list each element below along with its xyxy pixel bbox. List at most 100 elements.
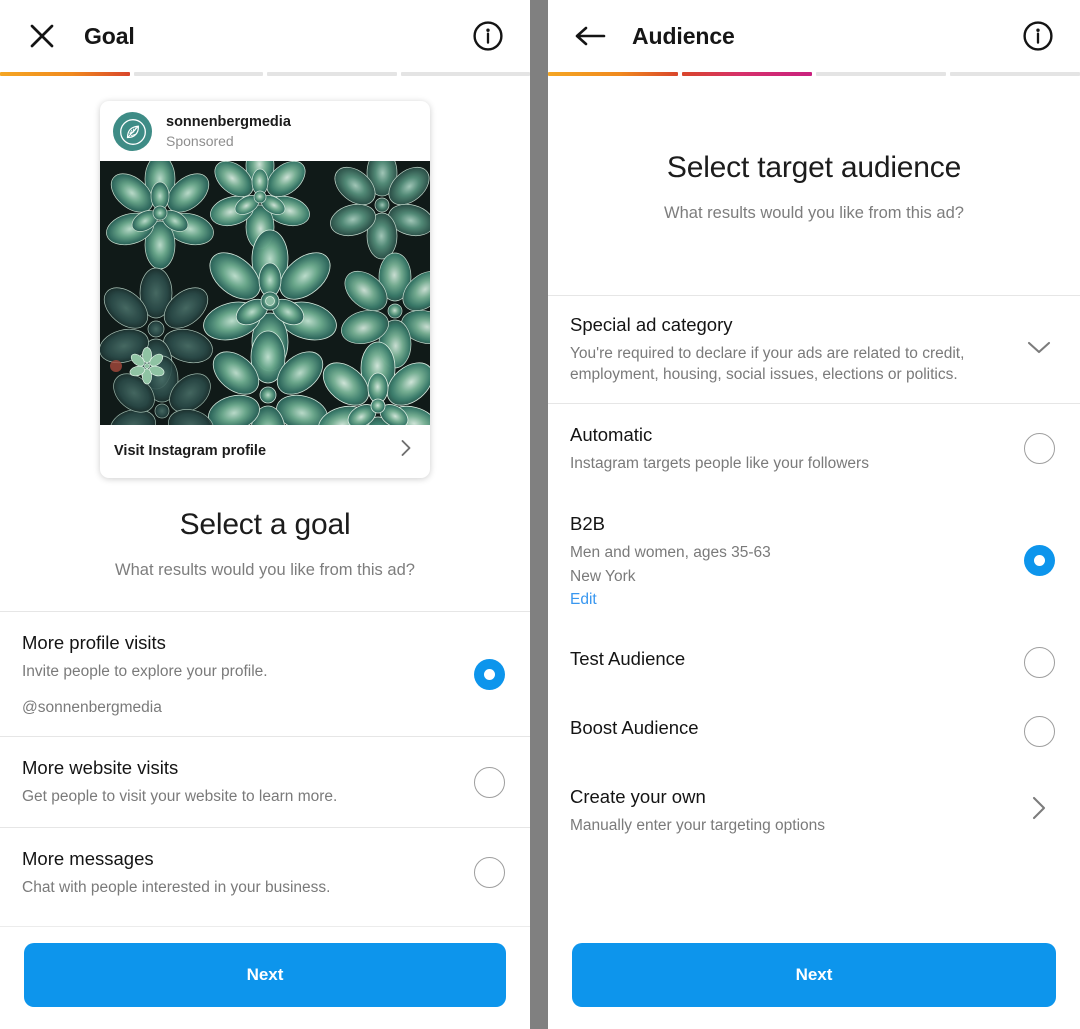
special-ad-category-row[interactable]: Special ad category You're required to d… [548, 296, 1080, 403]
progress-segment-1 [0, 72, 130, 76]
goal-option-more-website-visits[interactable]: More website visits Get people to visit … [0, 737, 530, 826]
option-extra: @sonnenbergmedia [22, 699, 162, 717]
option-text-block: Test Audience [570, 647, 1022, 671]
progress-segment-4 [400, 72, 530, 76]
goal-navbar: Goal [0, 0, 530, 72]
option-description: Chat with people interested in your busi… [22, 878, 331, 896]
goal-heading-block: Select a goal What results would you lik… [0, 508, 530, 580]
audience-subheading: What results would you like from this ad… [664, 204, 964, 222]
radio-selected[interactable] [473, 658, 505, 690]
audience-option-test-audience[interactable]: Test Audience [548, 628, 1080, 697]
ad-preview-card[interactable]: sonnenbergmedia Sponsored Visit Instagra… [100, 101, 430, 478]
option-text-block: Special ad category You're required to d… [570, 313, 1022, 386]
ad-card-header-text: sonnenbergmedia Sponsored [166, 113, 291, 151]
option-description: Invite people to explore your profile. [22, 663, 268, 681]
option-title: B2B [570, 513, 605, 535]
audience-body: Select target audience What results woul… [548, 77, 1080, 927]
audience-navbar: Audience [548, 0, 1080, 72]
radio-unselected[interactable] [1023, 433, 1055, 464]
progress-segment-1 [548, 72, 678, 76]
goal-option-more-messages[interactable]: More messages Chat with people intereste… [0, 828, 530, 917]
option-description: You're required to declare if your ads a… [570, 345, 965, 384]
option-description: Manually enter your targeting options [570, 817, 826, 835]
next-button[interactable]: Next [572, 943, 1056, 1007]
edit-link[interactable]: Edit [570, 591, 597, 609]
option-title: Automatic [570, 423, 653, 445]
audience-footer: Next [548, 927, 1080, 1029]
chevron-down-icon[interactable] [1025, 337, 1053, 362]
info-icon[interactable] [1018, 16, 1058, 56]
leaf-logo-icon [119, 118, 146, 145]
avatar [113, 112, 152, 151]
option-text-block: More profile visits Invite people to exp… [22, 631, 472, 717]
option-control[interactable] [1022, 545, 1056, 577]
chevron-right-icon [396, 438, 416, 463]
radio-selected[interactable] [1023, 545, 1055, 577]
goal-screen: Goal sonnenbergmedia Sponsored Visit Ins… [0, 0, 530, 1029]
option-extra: New York [570, 567, 636, 585]
page-title: Goal [84, 22, 135, 49]
option-title: More profile visits [22, 632, 166, 653]
ad-preview-wrapper: sonnenbergmedia Sponsored Visit Instagra… [0, 77, 530, 478]
close-icon[interactable] [22, 16, 62, 56]
page-title: Audience [632, 22, 735, 49]
option-title: More website visits [22, 757, 179, 779]
chevron-right-icon[interactable] [1028, 794, 1050, 827]
audience-heading-block: Select target audience What results woul… [548, 151, 1080, 223]
option-title: Boost Audience [570, 717, 699, 739]
option-text-block: More messages Chat with people intereste… [22, 847, 472, 898]
screen-separator [530, 0, 548, 1029]
option-control[interactable] [472, 766, 506, 798]
radio-unselected[interactable] [473, 766, 505, 798]
option-description: Men and women, ages 35-63 [570, 544, 771, 562]
option-description: Get people to visit your website to lear… [22, 788, 338, 806]
option-text-block: More website visits Get people to visit … [22, 756, 472, 807]
ad-sponsored-label: Sponsored [166, 132, 234, 149]
dual-screenshot-container: Goal sonnenbergmedia Sponsored Visit Ins… [0, 0, 1080, 1029]
option-title: Special ad category [570, 314, 733, 335]
radio-unselected[interactable] [1023, 647, 1055, 679]
option-title: Create your own [570, 786, 706, 808]
arrow-left-icon[interactable] [570, 16, 610, 56]
goal-option-more-profile-visits[interactable]: More profile visits Invite people to exp… [0, 612, 530, 736]
goal-body: sonnenbergmedia Sponsored Visit Instagra… [0, 77, 530, 926]
info-icon[interactable] [468, 16, 508, 56]
progress-segment-3 [816, 72, 946, 76]
ad-cta-row[interactable]: Visit Instagram profile [100, 425, 430, 478]
option-title: Test Audience [570, 648, 686, 670]
radio-unselected[interactable] [1023, 716, 1055, 748]
audience-option-boost-audience[interactable]: Boost Audience [548, 697, 1080, 766]
ad-username: sonnenbergmedia [166, 113, 291, 130]
option-control[interactable] [472, 658, 506, 690]
option-text-block: Automatic Instagram targets people like … [570, 423, 1022, 474]
option-control[interactable] [472, 857, 506, 889]
next-button[interactable]: Next [24, 943, 506, 1007]
ad-photo [100, 161, 430, 425]
option-text-block: Boost Audience [570, 716, 1022, 740]
goal-footer: Next [0, 926, 530, 1029]
audience-screen: Audience Select target audience What res… [548, 0, 1080, 1029]
option-text-block: B2B Men and women, ages 35-63 New York E… [570, 512, 1022, 609]
option-title: More messages [22, 847, 154, 869]
option-control[interactable] [1022, 433, 1056, 464]
audience-option-create-your-own[interactable]: Create your own Manually enter your targ… [548, 766, 1080, 855]
audience-option-automatic[interactable]: Automatic Instagram targets people like … [548, 404, 1080, 493]
progress-segment-2 [682, 72, 812, 76]
option-text-block: Create your own Manually enter your targ… [570, 785, 1022, 836]
progress-segment-3 [267, 72, 397, 76]
goal-heading: Select a goal [179, 508, 351, 541]
audience-heading: Select target audience [666, 151, 962, 184]
ad-card-header: sonnenbergmedia Sponsored [100, 101, 430, 161]
option-control[interactable] [1022, 647, 1056, 679]
audience-option-b2b[interactable]: B2B Men and women, ages 35-63 New York E… [548, 493, 1080, 628]
heading-gap [548, 223, 1080, 295]
option-control[interactable] [1022, 794, 1056, 827]
option-control[interactable] [1022, 337, 1056, 362]
goal-subheading: What results would you like from this ad… [115, 561, 415, 579]
option-control[interactable] [1022, 716, 1056, 748]
option-description: Instagram targets people like your follo… [570, 454, 869, 472]
progress-segment-2 [133, 72, 263, 76]
radio-unselected[interactable] [473, 857, 505, 889]
